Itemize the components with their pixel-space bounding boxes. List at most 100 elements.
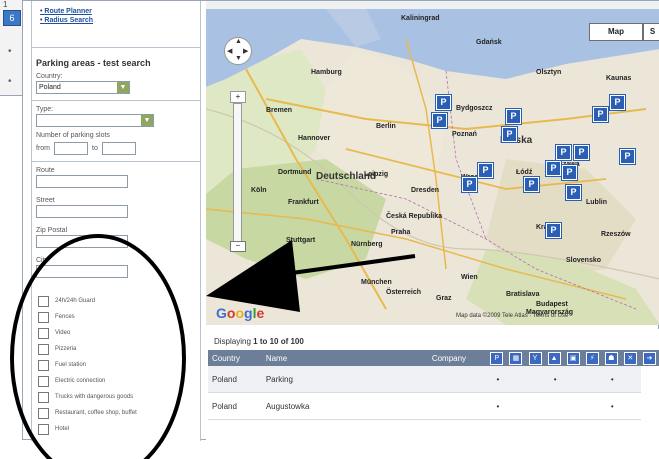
table-row[interactable]: Poland Augustowka • • [208,392,659,420]
column-header-guard[interactable]: ☗ [602,350,622,366]
street-input[interactable] [36,205,128,218]
window-icon[interactable]: 6 [3,10,21,26]
route-input[interactable] [36,175,128,188]
parking-marker-icon[interactable]: P [462,177,477,192]
parking-slots-label: Number of parking slots [36,132,110,139]
cell-mark: • [602,366,622,393]
map-canvas[interactable]: Deutschland Polska Česká Republika Slove… [206,9,659,325]
type-select[interactable]: ▼ [36,114,154,127]
city-label: Leipzig [364,171,389,178]
parking-marker-icon[interactable]: P [546,161,561,176]
parking-marker-icon[interactable]: P [432,113,447,128]
logo-letter: o [235,305,245,321]
checkbox[interactable] [38,423,49,435]
city-label: Poznań [452,131,477,138]
city-label: Praha [391,229,411,236]
parking-marker-icon[interactable]: P [610,95,625,110]
pan-control[interactable]: ▲ ▼ ◀ ▶ [224,37,252,65]
restaurant-icon: Y [528,351,542,365]
route-planner-link[interactable]: Route Planner [40,7,200,16]
city-input[interactable] [36,265,128,278]
satellite-type-button[interactable]: S [643,23,659,41]
checkbox-label: Hotel [55,426,70,432]
search-sidebar: Route Planner Radius Search Parking area… [31,1,201,441]
parking-marker-icon[interactable]: P [556,145,571,160]
chevron-down-icon[interactable]: ▼ [141,115,153,126]
city-label: Lublin [586,199,607,206]
checkbox[interactable] [38,295,49,307]
column-header-video[interactable]: ▣ [564,350,584,366]
parking-marker-icon[interactable]: P [566,185,581,200]
amenity-checkbox-pizzeria[interactable]: Pizzeria [38,341,198,357]
checkbox[interactable] [38,375,49,387]
column-header-country[interactable]: Country [208,350,262,366]
cell-name[interactable]: Augustowka [261,392,428,420]
slots-to-input[interactable] [101,142,136,155]
column-header-restaurant[interactable]: Y [526,350,546,366]
zoom-in-button[interactable]: + [230,91,246,103]
city-label: Bydgoszcz [456,105,493,112]
cell-mark: • [602,392,622,420]
pan-up-icon[interactable]: ▲ [235,38,242,45]
checkbox[interactable] [38,327,49,339]
checkbox[interactable] [38,359,49,371]
city-label: Stuttgart [286,237,316,244]
column-header-dangerous[interactable]: ✕ [621,350,641,366]
checkbox[interactable] [38,407,49,419]
main-content: Deutschland Polska Česká Republika Slove… [206,1,659,441]
search-panel-title: Parking areas - test search [36,58,151,68]
parking-marker-icon[interactable]: P [506,109,521,124]
route-label: Route [36,167,55,174]
pan-down-icon[interactable]: ▼ [235,55,242,62]
country-select[interactable]: Poland ▼ [36,81,130,94]
amenity-checkbox-hotel[interactable]: Hotel [38,421,198,437]
parking-marker-icon[interactable]: P [546,223,561,238]
pan-left-icon[interactable]: ◀ [227,47,232,55]
street-label: Street [36,197,55,204]
city-label: Olsztyn [536,69,562,76]
pan-right-icon[interactable]: ▶ [243,47,248,55]
parking-marker-icon[interactable]: P [524,177,539,192]
amenity-checkbox-dangerous-goods[interactable]: Trucks with dangerous goods [38,389,198,405]
checkbox[interactable] [38,391,49,403]
amenity-checkbox-electric[interactable]: Electric connection [38,373,198,389]
checkbox-label: 24h/24h Guard [55,298,96,304]
checkbox[interactable] [38,311,49,323]
column-header-fuel[interactable]: ▲ [545,350,565,366]
map-copyright[interactable]: Map data ©2009 Tele Atlas · Terms of Use [456,313,568,319]
checkbox[interactable] [38,343,49,355]
parking-marker-icon[interactable]: P [562,165,577,180]
nav-links: Route Planner Radius Search [32,1,200,48]
results-panel: Displaying 1 to 10 of 100 Country Name C… [206,329,659,441]
parking-marker-icon[interactable]: P [436,95,451,110]
map-type-button[interactable]: Map [589,23,643,41]
type-label: Type: [36,106,54,113]
parking-marker-icon[interactable]: P [502,127,517,142]
column-header-company[interactable]: Company [427,350,489,366]
amenity-checkbox-fuel[interactable]: Fuel station [38,357,198,373]
column-header-name[interactable]: Name [261,350,428,366]
radius-search-link[interactable]: Radius Search [40,16,200,25]
column-header-more[interactable]: ➔ [640,350,659,366]
city-label: München [361,279,392,286]
parking-marker-icon[interactable]: P [478,163,493,178]
city-label: Berlin [376,123,396,130]
amenity-checkbox-fences[interactable]: Fences [38,309,198,325]
slots-from-input[interactable] [54,142,88,155]
table-header: Country Name Company P ▦ Y ▲ ▣ ⚡ ☗ ✕ ➔ [208,350,659,366]
zoom-slider[interactable] [233,103,242,245]
amenity-checkbox-video[interactable]: Video [38,325,198,341]
parking-marker-icon[interactable]: P [574,145,589,160]
amenity-checkbox-restaurant[interactable]: Restaurant, coffee shop, buffet [38,405,198,421]
chevron-down-icon[interactable]: ▼ [117,82,129,93]
amenity-checkbox-guard[interactable]: 24h/24h Guard [38,293,198,309]
cell-name[interactable]: Parking [261,366,428,393]
column-header-fences[interactable]: ▦ [507,350,527,366]
zoom-out-button[interactable]: − [230,241,246,252]
zip-input[interactable] [36,235,128,248]
column-header-electric[interactable]: ⚡ [583,350,603,366]
column-header-parking[interactable]: P [488,350,508,366]
parking-marker-icon[interactable]: P [593,107,608,122]
parking-marker-icon[interactable]: P [620,149,635,164]
table-row[interactable]: Poland Parking • • • [208,366,659,393]
